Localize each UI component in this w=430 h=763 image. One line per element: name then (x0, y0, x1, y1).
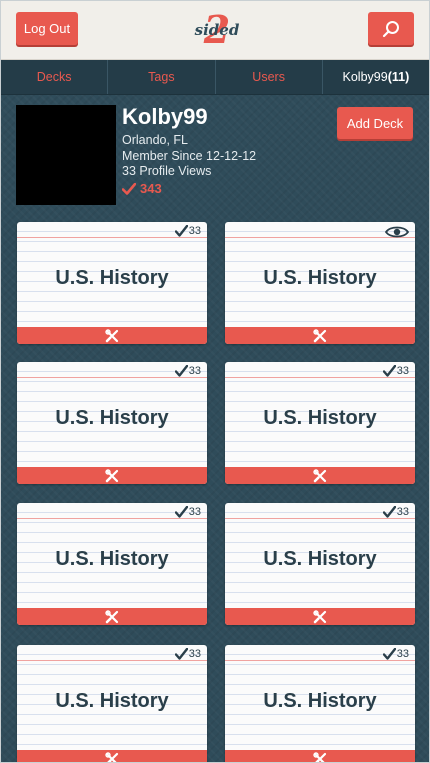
checkmark-icon (174, 225, 188, 237)
deck-tools-bar[interactable] (17, 750, 207, 762)
tab-profile-name: Kolby99 (342, 70, 388, 84)
deck-card[interactable]: 33 U.S. History (17, 645, 207, 762)
deck-card[interactable]: 33 U.S. History (225, 645, 415, 762)
tools-icon (313, 468, 327, 482)
tools-icon (105, 609, 119, 623)
deck-card[interactable]: 33 U.S. History (225, 503, 415, 625)
checkmark-icon (174, 506, 188, 518)
logout-button[interactable]: Log Out (16, 12, 78, 45)
deck-check-count: 33 (188, 506, 201, 518)
tools-icon (105, 328, 119, 342)
deck-card[interactable]: 33 U.S. History (17, 503, 207, 625)
deck-tools-bar[interactable] (17, 467, 207, 484)
top-header: Log Out 2 sided (1, 1, 429, 60)
tools-icon (313, 328, 327, 342)
deck-check-count: 33 (188, 365, 201, 377)
deck-check-badge: 33 (382, 506, 409, 518)
checkmark-icon (382, 648, 396, 660)
deck-title: U.S. History (263, 267, 377, 289)
profile-score: 343 (122, 181, 162, 196)
deck-title: U.S. History (55, 690, 169, 712)
profile-location: Orlando, FL (122, 133, 189, 147)
deck-tools-bar[interactable] (225, 327, 415, 344)
checkmark-icon (174, 648, 188, 660)
deck-card[interactable]: 33 U.S. History (17, 222, 207, 344)
tab-profile-count: (11) (387, 70, 410, 84)
tools-icon (313, 751, 327, 762)
deck-title: U.S. History (55, 407, 169, 429)
deck-check-count: 33 (396, 365, 409, 377)
checkmark-icon (382, 365, 396, 377)
deck-title: U.S. History (55, 267, 169, 289)
deck-tools-bar[interactable] (17, 327, 207, 344)
profile-views: 33 Profile Views (122, 164, 212, 178)
deck-check-badge: 33 (382, 365, 409, 377)
deck-tools-bar[interactable] (225, 608, 415, 625)
deck-title: U.S. History (263, 548, 377, 570)
deck-check-badge: 33 (382, 648, 409, 660)
deck-check-badge: 33 (174, 365, 201, 377)
deck-check-count: 33 (188, 648, 201, 660)
checkmark-icon (174, 365, 188, 377)
search-icon (382, 20, 399, 37)
app-screen: Log Out 2 sided Decks Tags Users Kolby99… (0, 0, 430, 763)
tools-icon (105, 751, 119, 762)
deck-check-count: 33 (396, 506, 409, 518)
deck-card[interactable]: 33 U.S. History (17, 362, 207, 484)
tab-decks[interactable]: Decks (1, 60, 109, 94)
deck-title: U.S. History (55, 548, 169, 570)
logo-text: sided (194, 21, 240, 39)
avatar (16, 105, 116, 205)
deck-card[interactable]: U.S. History (225, 222, 415, 344)
deck-check-count: 33 (188, 225, 201, 237)
checkmark-icon (382, 506, 396, 518)
deck-check-badge: 33 (174, 225, 201, 237)
search-button[interactable] (368, 12, 414, 45)
deck-title: U.S. History (263, 690, 377, 712)
checkmark-icon (122, 182, 136, 195)
tools-icon (313, 609, 327, 623)
app-logo: 2 sided (191, 7, 243, 52)
deck-check-badge: 33 (174, 648, 201, 660)
profile-name: Kolby99 (122, 104, 208, 129)
deck-tools-bar[interactable] (17, 608, 207, 625)
deck-tools-bar[interactable] (225, 467, 415, 484)
deck-tools-bar[interactable] (225, 750, 415, 762)
tab-tags[interactable]: Tags (108, 60, 216, 94)
deck-check-badge: 33 (174, 506, 201, 518)
tools-icon (105, 468, 119, 482)
profile-member-since: Member Since 12-12-12 (122, 149, 257, 163)
add-deck-button[interactable]: Add Deck (337, 107, 413, 139)
deck-card[interactable]: 33 U.S. History (225, 362, 415, 484)
deck-check-count: 33 (396, 648, 409, 660)
profile-score-value: 343 (140, 181, 162, 196)
tab-profile[interactable]: Kolby99 (11) (323, 60, 429, 94)
nav-tabs: Decks Tags Users Kolby99 (11) (1, 60, 429, 95)
tab-users[interactable]: Users (216, 60, 323, 94)
eye-icon (384, 225, 410, 244)
deck-title: U.S. History (263, 407, 377, 429)
